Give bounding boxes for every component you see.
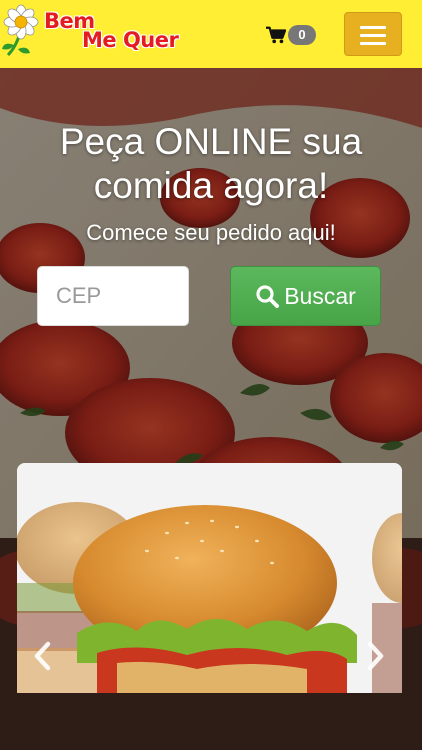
chevron-right-icon[interactable]: [363, 641, 387, 671]
logo-text: Bem Me Quer: [44, 11, 179, 52]
logo-bem-me-quer[interactable]: Bem Me Quer: [0, 3, 195, 65]
cart-button[interactable]: 0: [266, 22, 316, 48]
menu-toggle-button[interactable]: [344, 12, 402, 56]
hero-subtitle: Comece seu pedido aqui!: [86, 220, 336, 245]
daisy-flower-icon: [2, 4, 39, 57]
hamburger-menu-icon-bar: [360, 34, 386, 37]
chevron-left-icon[interactable]: [31, 641, 55, 671]
burger-slide-image: [17, 463, 402, 693]
product-carousel[interactable]: [17, 463, 402, 693]
hamburger-menu-icon-bar: [360, 42, 386, 45]
hamburger-menu-icon: [360, 26, 386, 29]
buscar-button[interactable]: Buscar: [230, 266, 381, 326]
buscar-button-label: Buscar: [284, 282, 356, 309]
hero-title: Peça ONLINE sua comida agora!: [59, 121, 363, 206]
cart-count-badge: 0: [288, 25, 316, 45]
cep-input[interactable]: [37, 266, 189, 326]
shopping-cart-icon: [266, 26, 286, 44]
search-icon: [256, 285, 280, 308]
logo-text-line2: Me Quer: [82, 28, 179, 52]
top-navbar: Bem Me Quer 0: [0, 0, 422, 68]
